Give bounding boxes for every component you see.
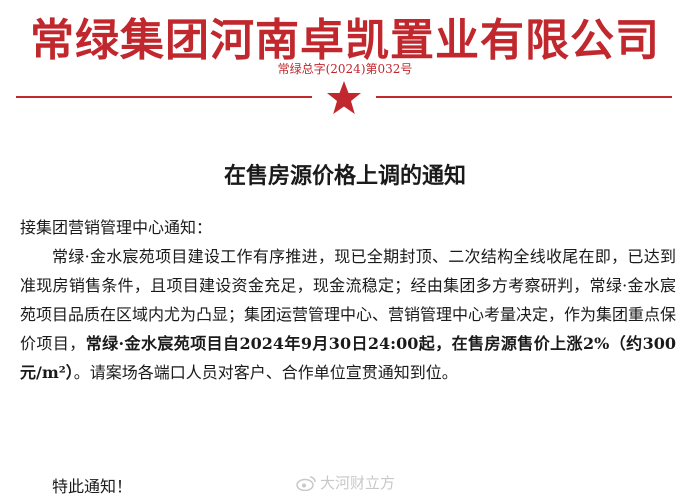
notice-closing: 特此通知！ (52, 477, 133, 496)
notice-salutation: 接集团营销管理中心通知： (20, 218, 213, 237)
watermark-text: 大河财立方 (320, 474, 396, 492)
header-divider-right (376, 96, 672, 98)
notice-body-paragraph: 常绿·金水宸苑项目建设工作有序推进，现已全期封顶、二次结构全线收尾在即，已达到准… (20, 242, 676, 387)
paragraph-bold-1: 常绿·金水宸苑项目自2024年9月30日24:00起，在售房源售价上涨2% (85, 334, 610, 353)
document-page: 常绿集团河南卓凯置业有限公司 常绿总字(2024)第032号 在售房源价格上调的… (0, 0, 690, 499)
header-divider-left (16, 96, 312, 98)
watermark: 大河财立方 (296, 472, 395, 493)
company-header: 常绿集团河南卓凯置业有限公司 (30, 15, 660, 66)
notice-title: 在售房源价格上调的通知 (223, 163, 466, 189)
red-star-icon (327, 81, 361, 114)
document-number: 常绿总字(2024)第032号 (277, 62, 413, 76)
paragraph-text-2: 。请案场各端口人员对客户、合作单位宣贯通知到位。 (73, 363, 458, 382)
weibo-icon (296, 475, 316, 491)
